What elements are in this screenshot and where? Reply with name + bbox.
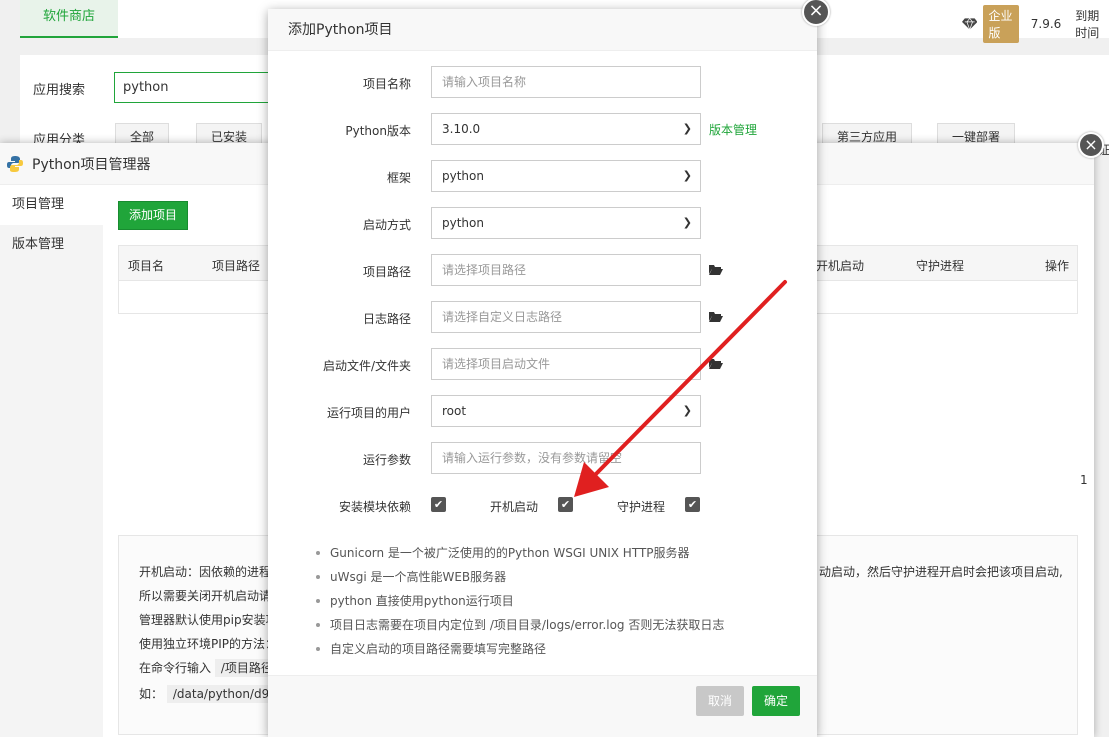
annotation-arrow-icon [574,280,787,497]
